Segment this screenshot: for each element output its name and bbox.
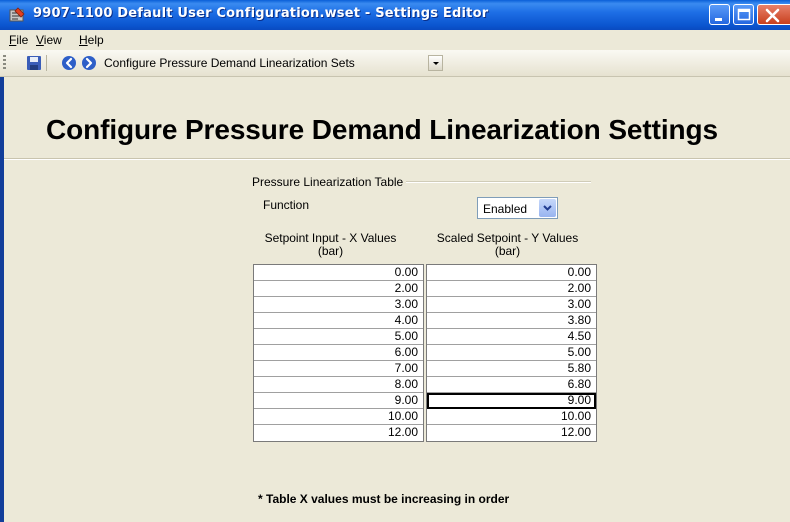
- x-value-cell[interactable]: 5.00: [254, 329, 423, 345]
- menu-view[interactable]: View: [36, 33, 62, 47]
- menu-file[interactable]: File: [9, 33, 28, 47]
- page-title: Configure Pressure Demand Linearization …: [46, 114, 718, 145]
- toolbar: Configure Pressure Demand Linearization …: [0, 50, 790, 77]
- function-select-value: Enabled: [483, 202, 528, 216]
- close-icon: [765, 8, 780, 23]
- maximize-button[interactable]: [733, 4, 754, 25]
- y-value-cell[interactable]: 12.00: [427, 425, 596, 441]
- y-value-cell[interactable]: 5.00: [427, 345, 596, 361]
- save-icon[interactable]: [26, 55, 42, 71]
- menu-help[interactable]: Help: [79, 33, 104, 47]
- table-footnote: * Table X values must be increasing in o…: [258, 492, 510, 506]
- window-left-border: [0, 77, 4, 522]
- x-value-cell[interactable]: 7.00: [254, 361, 423, 377]
- minimize-icon: [715, 18, 722, 21]
- y-value-cell[interactable]: 0.00: [427, 265, 596, 281]
- x-value-cell[interactable]: 8.00: [254, 377, 423, 393]
- toolbar-separator: [46, 55, 47, 71]
- close-button[interactable]: [757, 4, 790, 25]
- y-value-cell[interactable]: 5.80: [427, 361, 596, 377]
- y-value-cell[interactable]: 4.50: [427, 329, 596, 345]
- y-value-cell[interactable]: 10.00: [427, 409, 596, 425]
- function-select-arrow[interactable]: [539, 199, 556, 217]
- window-title: 9907-1100 Default User Configuration.wse…: [33, 6, 489, 21]
- toolbar-grip[interactable]: [3, 55, 6, 69]
- x-value-cell[interactable]: 6.00: [254, 345, 423, 361]
- y-values-table: 0.00 2.00 3.00 3.80 4.50 5.00 5.80 6.80 …: [426, 264, 597, 442]
- chevron-down-icon: [433, 62, 439, 65]
- settings-editor-app-icon: [9, 7, 25, 22]
- y-value-cell[interactable]: 2.00: [427, 281, 596, 297]
- x-value-cell[interactable]: 10.00: [254, 409, 423, 425]
- heading-divider: [4, 158, 790, 160]
- function-select[interactable]: Enabled: [477, 197, 558, 219]
- x-column-header: Setpoint Input - X Values (bar): [243, 232, 418, 258]
- x-value-cell[interactable]: 0.00: [254, 265, 423, 281]
- forward-icon[interactable]: [81, 55, 97, 71]
- y-column-header: Scaled Setpoint - Y Values (bar): [420, 232, 595, 258]
- group-title: Pressure Linearization Table: [252, 175, 407, 189]
- page-select-dropdown-button[interactable]: [428, 55, 443, 71]
- chevron-down-icon: [543, 205, 552, 211]
- title-bar[interactable]: 9907-1100 Default User Configuration.wse…: [0, 0, 790, 30]
- y-column-header-unit: (bar): [494, 244, 521, 258]
- x-value-cell[interactable]: 4.00: [254, 313, 423, 329]
- y-value-cell[interactable]: 3.00: [427, 297, 596, 313]
- x-values-table: 0.00 2.00 3.00 4.00 5.00 6.00 7.00 8.00 …: [253, 264, 424, 442]
- y-value-cell-selected[interactable]: 9.00: [427, 393, 596, 409]
- page-select-value[interactable]: Configure Pressure Demand Linearization …: [104, 56, 355, 70]
- x-value-cell[interactable]: 3.00: [254, 297, 423, 313]
- function-label: Function: [263, 198, 310, 212]
- x-column-header-unit: (bar): [317, 244, 344, 258]
- y-value-cell[interactable]: 3.80: [427, 313, 596, 329]
- y-value-cell[interactable]: 6.80: [427, 377, 596, 393]
- back-icon[interactable]: [61, 55, 77, 71]
- maximize-icon: [737, 8, 751, 21]
- menu-bar: File View Help: [0, 30, 790, 50]
- minimize-button[interactable]: [709, 4, 730, 25]
- x-value-cell[interactable]: 9.00: [254, 393, 423, 409]
- x-value-cell[interactable]: 2.00: [254, 281, 423, 297]
- x-value-cell[interactable]: 12.00: [254, 425, 423, 441]
